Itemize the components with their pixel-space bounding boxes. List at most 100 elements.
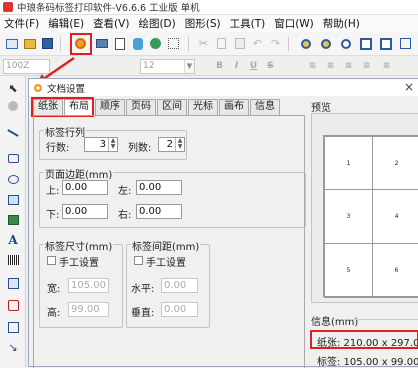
italic-button[interactable]: I <box>230 59 243 73</box>
format-bar: 100Z 12 ▼ B I U S ≡ ≡ ≡ ≡ ≡ <box>0 56 418 76</box>
label-size-info: 标签: 105.00 x 99.00 <box>317 357 418 368</box>
left-margin-label: 左: <box>118 186 132 197</box>
pan-icon[interactable] <box>5 99 21 113</box>
indent-icon[interactable]: ≡ <box>380 59 393 73</box>
underline-button[interactable]: U <box>247 59 260 73</box>
rows-stepper[interactable]: 3 ▲ ▼ <box>84 137 118 152</box>
tab-range[interactable]: 区间 <box>157 99 187 115</box>
tab-info[interactable]: 信息 <box>250 99 280 115</box>
image-icon[interactable] <box>5 193 21 207</box>
highlight-tabs <box>31 97 94 117</box>
align-center-icon[interactable]: ≡ <box>324 59 337 73</box>
open-icon[interactable] <box>22 36 37 51</box>
table-icon[interactable] <box>5 320 21 334</box>
copy-icon[interactable] <box>214 36 229 51</box>
tab-canvas[interactable]: 画布 <box>219 99 249 115</box>
gap-manual-checkbox[interactable] <box>134 256 143 265</box>
paste-icon[interactable] <box>232 36 247 51</box>
label-gap-group-label: 标签间距(mm) <box>131 238 201 253</box>
redo-icon[interactable]: ↷ <box>268 36 283 51</box>
hgap-label: 水平: <box>131 284 155 295</box>
print-preview-icon[interactable] <box>112 36 127 51</box>
align-right-icon[interactable]: ≡ <box>342 59 355 73</box>
database-icon[interactable] <box>130 36 145 51</box>
line-icon[interactable] <box>5 126 21 140</box>
align-left-icon[interactable]: ≡ <box>306 59 319 73</box>
tab-order[interactable]: 顺序 <box>95 99 125 115</box>
layout-panel: 标签行列 行数: 3 ▲ ▼ 列数: 2 ▲ ▼ 页面边距(mm) 上: 0.00 左:… <box>33 115 306 368</box>
rows-label: 行数: <box>46 143 70 154</box>
top-margin-input[interactable]: 0.00 <box>62 180 108 195</box>
document-settings-dialog: 文档设置 × 纸张 布局 顺序 页码 区间 光标 画布 信息 标签行列 行数: … <box>28 78 418 368</box>
right-margin-input[interactable]: 0.00 <box>136 204 182 219</box>
text-icon[interactable]: A <box>5 233 21 247</box>
highlight-settings-button <box>70 33 92 55</box>
width-input[interactable]: 105.00 <box>68 278 109 293</box>
preview-label: 预览 <box>311 103 331 114</box>
width-label: 宽: <box>47 284 61 295</box>
margin-group: 页面边距(mm) 上: 0.00 左: 0.00 下: 0.00 右: 0.00 <box>39 166 306 228</box>
bottom-margin-input[interactable]: 0.00 <box>62 204 108 219</box>
export-icon[interactable] <box>148 36 163 51</box>
height-label: 高: <box>47 308 61 319</box>
picture-icon[interactable] <box>5 213 21 227</box>
close-icon[interactable]: × <box>404 80 414 94</box>
menu-view[interactable]: 查看(V) <box>93 16 129 31</box>
menu-shape[interactable]: 图形(S) <box>185 16 221 31</box>
rectangle-icon[interactable] <box>5 151 21 165</box>
margin-group-label: 页面边距(mm) <box>44 166 114 181</box>
height-input[interactable]: 99.00 <box>68 302 109 317</box>
undo-icon[interactable]: ↶ <box>250 36 265 51</box>
menu-file[interactable]: 文件(F) <box>4 16 39 31</box>
stamp-icon[interactable] <box>5 298 21 312</box>
menu-help[interactable]: 帮助(H) <box>323 16 360 31</box>
bold-button[interactable]: B <box>213 59 226 73</box>
zoom-in-icon[interactable] <box>298 36 313 51</box>
curve-icon[interactable]: ↘ <box>5 340 21 354</box>
strike-button[interactable]: S <box>264 59 277 73</box>
print-icon[interactable] <box>94 36 109 51</box>
preview-cell: 2 <box>372 136 418 190</box>
menu-draw[interactable]: 绘图(D) <box>138 16 175 31</box>
spin-icon[interactable]: ▲ ▼ <box>175 138 184 151</box>
more-tools-icon[interactable] <box>398 36 413 51</box>
spin-icon[interactable]: ▲ ▼ <box>108 138 117 151</box>
zoom-page-icon[interactable] <box>358 36 373 51</box>
font-size-combo[interactable]: 12 ▼ <box>140 59 195 74</box>
ellipse-icon[interactable] <box>5 172 21 186</box>
menu-window[interactable]: 窗口(W) <box>274 16 314 31</box>
cols-label: 列数: <box>128 143 152 154</box>
cols-stepper[interactable]: 2 ▲ ▼ <box>158 137 185 152</box>
hgap-input[interactable]: 0.00 <box>161 278 198 293</box>
menu-edit[interactable]: 编辑(E) <box>48 16 84 31</box>
tab-cursor[interactable]: 光标 <box>188 99 218 115</box>
app-icon <box>3 2 13 12</box>
left-margin-input[interactable]: 0.00 <box>136 180 182 195</box>
zoom-out-icon[interactable] <box>318 36 333 51</box>
cut-icon[interactable]: ✂ <box>196 36 211 51</box>
zoom-actual-icon[interactable] <box>378 36 393 51</box>
justify-icon[interactable]: ≡ <box>360 59 373 73</box>
zoom-combo[interactable]: 100Z <box>3 59 50 74</box>
tab-page-number[interactable]: 页码 <box>126 99 156 115</box>
zoom-fit-icon[interactable] <box>338 36 353 51</box>
save-icon[interactable] <box>40 36 55 51</box>
qrcode-icon[interactable] <box>5 276 21 290</box>
pointer-icon[interactable]: ⬉ <box>5 81 21 95</box>
chevron-down-icon: ▼ <box>184 60 194 73</box>
label-gap-group: 标签间距(mm) 手工设置 水平: 0.00 垂直: 0.00 <box>126 238 210 328</box>
preview-cell: 1 <box>324 136 373 190</box>
gear-icon <box>34 83 42 92</box>
dialog-title: 文档设置 <box>47 83 86 95</box>
vgap-input[interactable]: 0.00 <box>161 302 198 317</box>
barcode-icon[interactable] <box>5 253 21 267</box>
new-icon[interactable] <box>4 36 19 51</box>
size-manual-checkbox[interactable] <box>47 256 56 265</box>
rows-cols-group: 标签行列 行数: 3 ▲ ▼ 列数: 2 ▲ ▼ <box>39 124 187 160</box>
menu-tools[interactable]: 工具(T) <box>230 16 266 31</box>
grid-icon[interactable] <box>166 36 181 51</box>
preview-box: 1 2 3 4 5 6 <box>311 113 418 303</box>
size-manual-label: 手工设置 <box>59 258 99 269</box>
label-size-group: 标签尺寸(mm) 手工设置 宽: 105.00 高: 99.00 <box>39 238 123 328</box>
dialog-title-bar: 文档设置 <box>29 79 418 96</box>
